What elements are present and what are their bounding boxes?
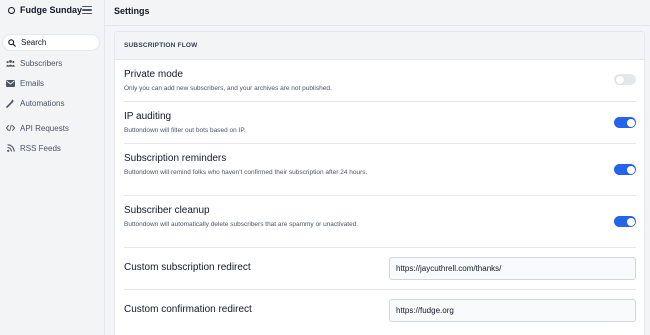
sidebar-item-api-requests[interactable]: API Requests	[6, 122, 69, 134]
setting-title: Custom subscription redirect	[124, 262, 251, 273]
sidebar-item-label: RSS Feeds	[20, 143, 61, 153]
section-title: SUBSCRIPTION FLOW	[124, 42, 198, 49]
setting-row-subscription-reminders: Subscription reminders Buttondown will r…	[124, 144, 636, 196]
setting-description: Buttondown will automatically delete sub…	[124, 221, 359, 228]
setting-title: Custom confirmation redirect	[124, 304, 252, 315]
subscription-flow-card: SUBSCRIPTION FLOW Private mode Only you …	[114, 31, 645, 335]
subscriber-cleanup-toggle[interactable]	[614, 216, 636, 227]
users-icon	[6, 59, 15, 68]
setting-description: Buttondown will filter out bots based on…	[124, 127, 246, 134]
card-header: SUBSCRIPTION FLOW	[115, 32, 644, 60]
setting-description: Only you can add new subscribers, and yo…	[124, 85, 332, 92]
search-icon	[8, 38, 16, 47]
setting-row-subscriber-cleanup: Subscriber cleanup Buttondown will autom…	[124, 196, 636, 248]
top-header: Settings	[105, 0, 650, 26]
sidebar-item-subscribers[interactable]: Subscribers	[6, 57, 62, 69]
logo-icon	[8, 6, 15, 14]
setting-title: Private mode	[124, 69, 183, 80]
page-title: Settings	[114, 6, 150, 16]
wand-icon	[6, 98, 15, 108]
sidebar-item-automations[interactable]: Automations	[6, 97, 64, 109]
ip-auditing-toggle[interactable]	[614, 117, 636, 128]
sidebar-item-label: Emails	[20, 78, 45, 88]
hamburger-menu-icon[interactable]	[82, 6, 92, 14]
sidebar-item-rss-feeds[interactable]: RSS Feeds	[6, 142, 61, 154]
mail-icon	[6, 79, 15, 88]
toggle-knob	[615, 75, 624, 84]
subscription-reminders-toggle[interactable]	[614, 164, 636, 175]
setting-description: Buttondown will remind folks who haven't…	[124, 169, 368, 176]
confirmation-redirect-input[interactable]: https://fudge.org	[389, 299, 636, 322]
sidebar-item-label: Subscribers	[20, 58, 63, 68]
sidebar: Fudge Sunday Search Subscribers Emails A…	[0, 0, 105, 335]
sidebar-item-label: API Requests	[20, 123, 69, 133]
toggle-knob	[626, 217, 635, 226]
sidebar-item-emails[interactable]: Emails	[6, 77, 44, 89]
setting-title: IP auditing	[124, 111, 172, 122]
setting-title: Subscription reminders	[124, 153, 227, 164]
main-content: SUBSCRIPTION FLOW Private mode Only you …	[105, 26, 650, 335]
brand[interactable]: Fudge Sunday	[8, 5, 82, 15]
subscription-redirect-input[interactable]: https://jaycuthrell.com/thanks/	[389, 257, 636, 280]
toggle-knob	[626, 165, 635, 174]
rss-icon	[6, 144, 15, 153]
search-label: Search	[21, 38, 47, 47]
code-icon	[6, 124, 15, 133]
toggle-knob	[626, 118, 635, 127]
setting-row-private-mode: Private mode Only you can add new subscr…	[124, 60, 636, 102]
setting-title: Subscriber cleanup	[124, 205, 210, 216]
app-name: Fudge Sunday	[20, 5, 83, 15]
setting-row-confirmation-redirect: Custom confirmation redirect https://fud…	[124, 290, 636, 332]
private-mode-toggle[interactable]	[614, 74, 636, 85]
setting-row-subscription-redirect: Custom subscription redirect https://jay…	[124, 248, 636, 290]
search-button[interactable]: Search	[2, 34, 100, 51]
setting-row-ip-auditing: IP auditing Buttondown will filter out b…	[124, 102, 636, 144]
sidebar-item-label: Automations	[20, 98, 65, 108]
